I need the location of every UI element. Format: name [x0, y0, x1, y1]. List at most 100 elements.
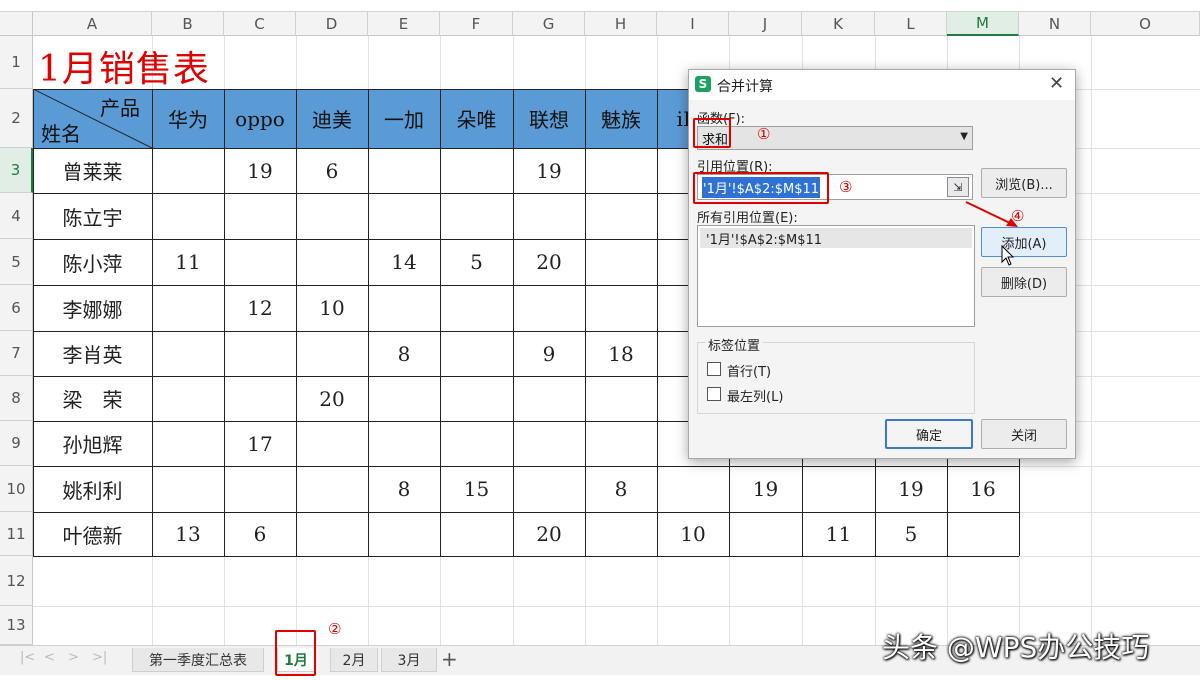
column-header-n[interactable]: N: [1019, 12, 1091, 36]
value-cell[interactable]: 19: [224, 148, 296, 193]
tab-nav-button[interactable]: >: [68, 650, 79, 665]
add-sheet-button[interactable]: +: [441, 647, 458, 671]
value-cell[interactable]: 10: [296, 285, 368, 331]
collapse-dialog-icon[interactable]: ⇲: [947, 177, 969, 197]
name-cell[interactable]: 曾莱莱: [33, 148, 152, 193]
name-cell[interactable]: 梁 荣: [33, 376, 152, 421]
table-border: [368, 89, 369, 556]
tab-nav-button[interactable]: <: [44, 650, 55, 665]
value-cell[interactable]: 8: [368, 466, 440, 512]
row-header-2[interactable]: 2: [0, 89, 33, 148]
row-header-10[interactable]: 10: [0, 466, 33, 512]
first-row-checkbox[interactable]: [707, 362, 721, 376]
name-cell[interactable]: 陈立宇: [33, 193, 152, 239]
column-header-f[interactable]: F: [440, 12, 513, 36]
row-header-4[interactable]: 4: [0, 193, 33, 239]
value-cell[interactable]: 19: [513, 148, 585, 193]
name-cell[interactable]: 李肖英: [33, 331, 152, 376]
top-bar: [0, 0, 1200, 12]
value-cell[interactable]: 6: [224, 512, 296, 556]
name-cell[interactable]: 孙旭辉: [33, 421, 152, 466]
left-column-checkbox[interactable]: [707, 387, 721, 401]
name-cell[interactable]: 叶德新: [33, 512, 152, 556]
tab-nav-button[interactable]: >|: [92, 650, 107, 665]
column-header-o[interactable]: O: [1091, 12, 1200, 36]
tab-sheet-0[interactable]: 第一季度汇总表: [132, 648, 264, 672]
value-cell[interactable]: 20: [513, 512, 585, 556]
product-header: 魅族: [601, 108, 641, 132]
value-cell[interactable]: 12: [224, 285, 296, 331]
select-all-corner[interactable]: [0, 12, 33, 36]
column-header-i[interactable]: I: [657, 12, 729, 36]
close-button[interactable]: 关闭: [981, 419, 1067, 449]
value-cell[interactable]: 11: [152, 239, 224, 285]
row-header-12[interactable]: 12: [0, 556, 33, 606]
column-header-l[interactable]: L: [875, 12, 947, 36]
column-header-d[interactable]: D: [296, 12, 368, 36]
name-cell[interactable]: 李娜娜: [33, 285, 152, 331]
value-cell[interactable]: 17: [224, 421, 296, 466]
annotation-1: ①: [757, 125, 771, 143]
delete-button[interactable]: 删除(D): [981, 267, 1067, 297]
column-header-m[interactable]: M: [947, 12, 1019, 36]
value-cell[interactable]: 20: [296, 376, 368, 421]
browse-button[interactable]: 浏览(B)...: [981, 168, 1067, 198]
value-cell[interactable]: 13: [152, 512, 224, 556]
add-button[interactable]: 添加(A): [981, 227, 1067, 257]
annotation-4: ④: [1011, 207, 1025, 225]
first-row-label: 首行(T): [727, 365, 772, 380]
table-border: [33, 89, 34, 556]
product-header: 朵唯: [456, 108, 497, 132]
close-icon[interactable]: ✕: [1049, 73, 1064, 94]
tab-nav-button[interactable]: |<: [20, 650, 35, 665]
name-cell[interactable]: 姚利利: [33, 466, 152, 512]
column-header-c[interactable]: C: [224, 12, 296, 36]
column-header-b[interactable]: B: [152, 12, 224, 36]
tab-sheet-3[interactable]: 3月: [381, 648, 437, 672]
value-cell[interactable]: 11: [802, 512, 875, 556]
value-cell[interactable]: 10: [657, 512, 729, 556]
row-header-5[interactable]: 5: [0, 239, 33, 285]
list-item[interactable]: '1月'!$A$2:$M$11: [700, 228, 972, 248]
value-cell[interactable]: 8: [368, 331, 440, 376]
row-header-1[interactable]: 1: [0, 36, 33, 89]
value-cell[interactable]: 19: [729, 466, 802, 512]
table-border: [33, 556, 1019, 557]
row-header-6[interactable]: 6: [0, 285, 33, 331]
all-references-list[interactable]: '1月'!$A$2:$M$11: [697, 225, 975, 327]
name-cell[interactable]: 陈小萍: [33, 239, 152, 285]
value-cell[interactable]: 6: [296, 148, 368, 193]
row-header-8[interactable]: 8: [0, 376, 33, 421]
value-cell[interactable]: 5: [875, 512, 947, 556]
value-cell[interactable]: 8: [585, 466, 657, 512]
product-header: 一加: [384, 108, 424, 132]
value-cell[interactable]: 9: [513, 331, 585, 376]
value-cell[interactable]: 18: [585, 331, 657, 376]
label-position-title: 标签位置: [705, 335, 764, 354]
tab-sheet-2[interactable]: 2月: [330, 648, 378, 672]
row-header-9[interactable]: 9: [0, 421, 33, 466]
header-name: 姓名: [41, 121, 81, 146]
row-header-7[interactable]: 7: [0, 331, 33, 376]
value-cell[interactable]: 20: [513, 239, 585, 285]
function-select[interactable]: 求和 ▼: [697, 126, 973, 150]
value-cell[interactable]: 16: [947, 466, 1019, 512]
value-cell[interactable]: 5: [440, 239, 513, 285]
value-cell[interactable]: 14: [368, 239, 440, 285]
product-header: 迪美: [312, 108, 352, 132]
column-header-h[interactable]: H: [585, 12, 657, 36]
value-cell[interactable]: 15: [440, 466, 513, 512]
ok-button[interactable]: 确定: [885, 419, 973, 449]
column-header-a[interactable]: A: [33, 12, 152, 36]
row-header-13[interactable]: 13: [0, 606, 33, 645]
value-cell[interactable]: 19: [875, 466, 947, 512]
table-border: [657, 89, 658, 556]
dialog-title-bar: S 合并计算 ✕: [689, 70, 1075, 100]
column-header-g[interactable]: G: [513, 12, 585, 36]
row-header-11[interactable]: 11: [0, 512, 33, 556]
column-header-j[interactable]: J: [729, 12, 802, 36]
annotation-box-function: [693, 118, 731, 148]
column-header-k[interactable]: K: [802, 12, 875, 36]
column-header-e[interactable]: E: [368, 12, 440, 36]
row-header-3[interactable]: 3: [0, 148, 33, 193]
